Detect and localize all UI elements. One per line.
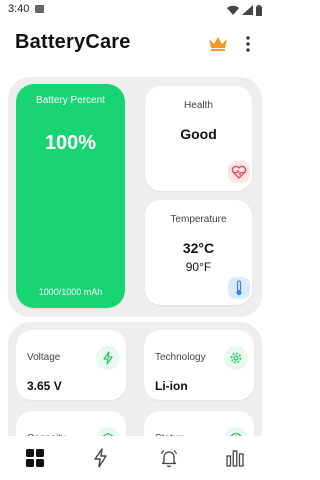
wifi-icon (227, 5, 239, 15)
app-bar: BatteryCare (0, 22, 270, 66)
voltage-card[interactable]: Voltage 3.65 V (16, 330, 126, 400)
overview-panel: Battery Percent 100% 1000/1000 mAh Healt… (8, 77, 262, 317)
temperature-card[interactable]: Temperature 32°C 90°F (145, 200, 252, 305)
alarm-icon[interactable] (159, 448, 179, 468)
health-card[interactable]: Health Good (145, 86, 252, 191)
status-time: 3:40 (8, 3, 30, 15)
status-icons (227, 3, 262, 17)
crown-icon[interactable] (207, 34, 229, 52)
charge-icon[interactable] (91, 448, 111, 468)
battery-percent-value: 100% (44, 132, 97, 154)
photo-icon (35, 5, 44, 13)
signal-icon (242, 5, 253, 15)
voltage-value: 3.65 V (27, 379, 62, 393)
stats-icon[interactable] (225, 448, 245, 468)
health-value: Good (180, 126, 217, 142)
temperature-title: Temperature (170, 214, 227, 225)
battery-icon (256, 4, 262, 16)
status-bar: 3:40 (0, 0, 270, 20)
technology-value: Li-ion (155, 379, 188, 393)
dashboard-icon[interactable] (25, 448, 45, 468)
technology-card[interactable]: Technology Li-ion (144, 330, 254, 400)
gear-icon (224, 346, 248, 370)
bolt-icon (96, 346, 120, 370)
voltage-label: Voltage (27, 352, 61, 363)
technology-label: Technology (155, 352, 206, 363)
battery-percent-title: Battery Percent (36, 95, 105, 106)
thermometer-icon (228, 277, 250, 299)
temperature-celsius: 32°C (182, 240, 215, 256)
health-title: Health (184, 100, 213, 111)
battery-percent-card[interactable]: Battery Percent 100% 1000/1000 mAh (16, 84, 125, 308)
heart-pulse-icon (228, 161, 250, 183)
temperature-fahrenheit: 90°F (185, 260, 212, 274)
more-vert-icon[interactable] (241, 34, 255, 54)
app-title: BatteryCare (15, 31, 131, 53)
bottom-nav (0, 436, 270, 480)
battery-capacity-value: 1000/1000 mAh (38, 287, 103, 297)
